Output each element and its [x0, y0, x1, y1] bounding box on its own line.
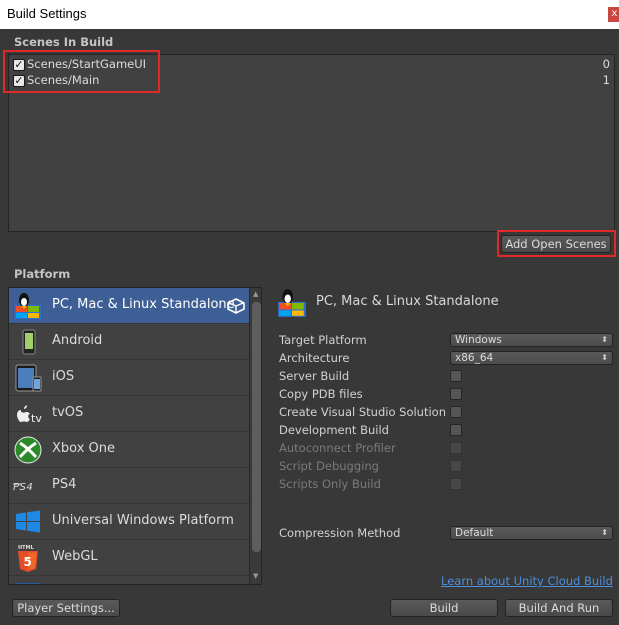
xbox-icon — [14, 436, 42, 464]
target-platform-value: Windows — [455, 334, 502, 346]
scenes-highlight-box — [3, 50, 160, 93]
platform-item-pc-standalone[interactable]: PC, Mac & Linux Standalone — [9, 288, 249, 324]
platform-list[interactable]: PC, Mac & Linux Standalone Android iOS t… — [8, 287, 262, 585]
compression-method-dropdown[interactable]: Default ⬍ — [450, 526, 613, 540]
platform-item-webgl[interactable]: HTML 5 WebGL — [9, 540, 249, 576]
autoconnect-profiler-checkbox — [450, 442, 462, 454]
development-build-checkbox[interactable] — [450, 424, 462, 436]
server-build-label: Server Build — [279, 369, 350, 383]
svg-text:HTML: HTML — [18, 545, 35, 551]
platform-label-text: PC, Mac & Linux Standalone — [52, 297, 235, 312]
create-vs-solution-label: Create Visual Studio Solution — [279, 405, 446, 419]
platform-item-ps4[interactable]: PS4 PS4 — [9, 468, 249, 504]
scripts-only-build-checkbox — [450, 478, 462, 490]
target-platform-label: Target Platform — [279, 333, 367, 347]
partial-platform-icon — [15, 583, 41, 584]
tvos-icon: tv — [17, 405, 42, 425]
title-bar: Build Settings x — [0, 0, 619, 29]
add-open-scenes-highlight-box — [497, 230, 616, 257]
autoconnect-profiler-label: Autoconnect Profiler — [279, 441, 396, 455]
build-and-run-button[interactable]: Build And Run — [505, 599, 613, 617]
scene-index: 0 — [602, 57, 610, 71]
platform-label-text: Android — [52, 333, 103, 348]
build-button[interactable]: Build — [390, 599, 498, 617]
development-build-label: Development Build — [279, 423, 389, 437]
compression-method-value: Default — [455, 527, 494, 539]
script-debugging-checkbox — [450, 460, 462, 472]
pc-standalone-icon — [15, 293, 41, 319]
windows-icon — [16, 510, 40, 533]
architecture-label: Architecture — [279, 351, 350, 365]
platform-item-uwp[interactable]: Universal Windows Platform — [9, 504, 249, 540]
platform-label-text: iOS — [52, 369, 75, 384]
pc-standalone-header-icon — [278, 289, 306, 317]
unity-cloud-build-link[interactable]: Learn about Unity Cloud Build — [441, 574, 613, 588]
platform-label-text: Xbox One — [52, 441, 116, 456]
target-platform-dropdown[interactable]: Windows ⬍ — [450, 333, 613, 347]
platform-item-partial[interactable] — [9, 576, 249, 584]
ps4-icon: PS4 — [13, 482, 33, 493]
platform-label-text: Universal Windows Platform — [52, 513, 234, 528]
close-button[interactable]: x — [608, 7, 619, 22]
scroll-up-icon[interactable]: ▲ — [253, 290, 258, 298]
platform-item-ios[interactable]: iOS — [9, 360, 249, 396]
platform-label-text: WebGL — [52, 549, 98, 564]
platform-item-xbox-one[interactable]: Xbox One — [9, 432, 249, 468]
platform-list-scrollbar[interactable]: ▲ ▼ — [249, 288, 261, 584]
platform-label-text: tvOS — [52, 405, 84, 420]
unity-icon — [227, 298, 245, 314]
window-title: Build Settings — [7, 6, 87, 21]
architecture-value: x86_64 — [455, 352, 494, 364]
scripts-only-build-label: Scripts Only Build — [279, 477, 381, 491]
android-icon — [22, 329, 36, 355]
copy-pdb-checkbox[interactable] — [450, 388, 462, 400]
platform-label-text: PS4 — [52, 477, 77, 492]
platform-settings-header: PC, Mac & Linux Standalone — [316, 294, 499, 309]
player-settings-button[interactable]: Player Settings... — [12, 599, 120, 617]
scene-index: 1 — [602, 73, 610, 87]
platform-label: Platform — [14, 267, 71, 281]
server-build-checkbox[interactable] — [450, 370, 462, 382]
script-debugging-label: Script Debugging — [279, 459, 379, 473]
platform-item-tvos[interactable]: tv tvOS — [9, 396, 249, 432]
create-vs-solution-checkbox[interactable] — [450, 406, 462, 418]
compression-method-label: Compression Method — [279, 526, 401, 540]
scrollbar-thumb[interactable] — [252, 302, 261, 552]
html5-icon: HTML 5 — [18, 545, 38, 572]
ios-icon — [15, 364, 42, 392]
svg-text:5: 5 — [24, 555, 32, 569]
scenes-in-build-label: Scenes In Build — [14, 35, 114, 49]
architecture-dropdown[interactable]: x86_64 ⬍ — [450, 351, 613, 365]
copy-pdb-label: Copy PDB files — [279, 387, 363, 401]
dropdown-arrows-icon: ⬍ — [601, 353, 608, 362]
dropdown-arrows-icon: ⬍ — [601, 335, 608, 344]
svg-text:tv: tv — [31, 412, 42, 425]
scroll-down-icon[interactable]: ▼ — [253, 572, 258, 580]
platform-item-android[interactable]: Android — [9, 324, 249, 360]
dropdown-arrows-icon: ⬍ — [601, 528, 608, 537]
